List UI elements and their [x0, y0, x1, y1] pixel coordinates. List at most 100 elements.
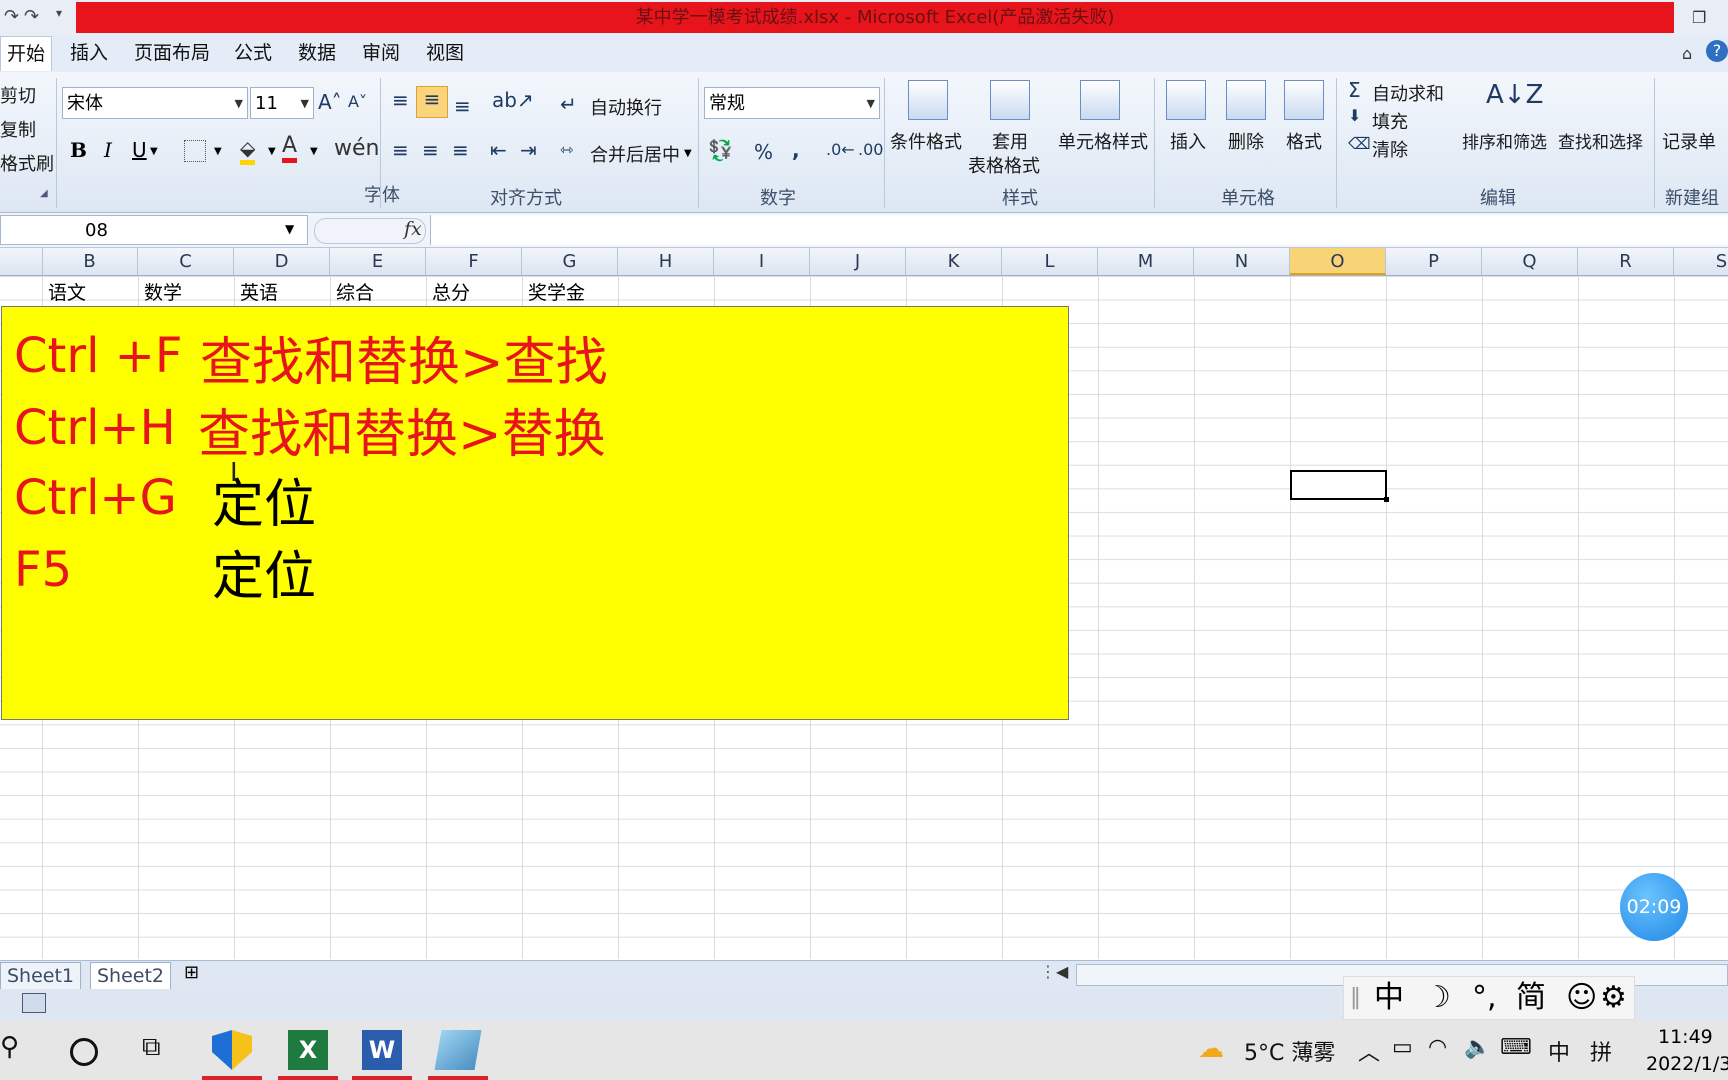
tab-formulas[interactable]: 公式 — [234, 36, 272, 70]
currency-icon[interactable]: 💱 — [708, 138, 733, 162]
tab-review[interactable]: 审阅 — [362, 36, 400, 70]
align-top-icon[interactable]: ≡ — [392, 88, 409, 112]
header-cell[interactable]: 语文 — [48, 278, 86, 305]
conditional-format-button[interactable]: 条件格式 — [890, 128, 962, 154]
delete-cells-button[interactable]: 删除 — [1228, 128, 1264, 154]
grow-font-icon[interactable]: A˄ — [318, 90, 342, 114]
search-icon[interactable]: ⚲ — [0, 1032, 19, 1062]
formula-input[interactable] — [430, 215, 1728, 245]
align-right-icon[interactable]: ≡ — [452, 138, 469, 162]
italic-icon[interactable]: I — [104, 138, 112, 162]
macro-record-icon[interactable] — [22, 993, 46, 1013]
align-bottom-icon[interactable]: ≡ — [454, 94, 471, 118]
column-header-b[interactable]: B — [42, 248, 138, 275]
wrap-text-button[interactable]: 自动换行 — [590, 94, 662, 120]
word-app-icon[interactable]: W — [362, 1030, 402, 1070]
column-header-l[interactable]: L — [1002, 248, 1098, 275]
increase-indent-icon[interactable]: ⇥ — [520, 138, 537, 162]
column-header-j[interactable]: J — [810, 248, 906, 275]
column-header-n[interactable]: N — [1194, 248, 1290, 275]
cortana-icon[interactable] — [70, 1038, 98, 1066]
cell-styles-button[interactable]: 单元格样式 — [1058, 128, 1148, 154]
column-header-d[interactable]: D — [234, 248, 330, 275]
underline-icon[interactable]: U — [132, 138, 147, 162]
header-cell[interactable]: 英语 — [240, 278, 278, 305]
column-header-s[interactable]: S — [1674, 248, 1728, 275]
help-icon[interactable]: ? — [1706, 40, 1728, 62]
excel-app-icon[interactable]: X — [288, 1030, 328, 1070]
wifi-icon[interactable]: ◠ — [1428, 1035, 1447, 1060]
scroll-divider-icon[interactable]: ⋮ — [1040, 962, 1056, 981]
comma-style-icon[interactable]: , — [792, 138, 800, 162]
header-cell[interactable]: 综合 — [336, 278, 374, 305]
phonetic-guide-icon[interactable]: wén — [334, 136, 379, 161]
autosum-button[interactable]: 自动求和 — [1372, 80, 1444, 106]
select-all-corner[interactable] — [0, 248, 43, 275]
clear-button[interactable]: 清除 — [1372, 136, 1408, 162]
format-painter-button[interactable]: 格式刷 — [0, 150, 54, 176]
ime-grip-icon[interactable]: ‖ — [1350, 977, 1361, 1019]
format-cells-button[interactable]: 格式 — [1286, 128, 1322, 154]
gear-icon[interactable]: ⚙ — [1600, 977, 1627, 1019]
cut-button[interactable]: 剪切 — [0, 82, 36, 108]
column-header-i[interactable]: I — [714, 248, 810, 275]
increase-decimal-icon[interactable]: .0← — [826, 140, 855, 159]
sort-filter-button[interactable]: 排序和筛选 — [1462, 128, 1547, 153]
find-select-button[interactable]: 查找和选择 — [1558, 128, 1643, 153]
restore-icon[interactable]: ❐ — [1692, 8, 1706, 27]
keyboard-icon[interactable]: ⌨ — [1500, 1035, 1532, 1060]
eraser-app-icon[interactable] — [434, 1030, 482, 1070]
fill-handle[interactable] — [1384, 497, 1389, 502]
merge-center-button[interactable]: 合并后居中 — [590, 141, 680, 167]
insert-sheet-icon[interactable]: ⊞ — [184, 962, 199, 983]
chevron-up-icon[interactable]: ︿ — [1358, 1035, 1380, 1067]
table-format-button[interactable]: 套用 — [992, 128, 1028, 154]
bold-icon[interactable]: B — [70, 138, 87, 162]
header-cell[interactable]: 数学 — [144, 278, 182, 305]
column-header-f[interactable]: F — [426, 248, 522, 275]
tab-data[interactable]: 数据 — [298, 36, 336, 70]
chevron-down-icon[interactable]: ▼ — [684, 148, 692, 159]
column-header-h[interactable]: H — [618, 248, 714, 275]
font-size-combo[interactable]: 11 ▼ — [250, 87, 314, 119]
emoji-icon[interactable]: ☺ — [1566, 977, 1597, 1019]
tab-home[interactable]: 开始 — [0, 36, 53, 71]
moon-icon[interactable]: ☽ — [1424, 977, 1451, 1019]
weather-text[interactable]: 5°C 薄雾 — [1244, 1035, 1335, 1067]
customize-quick-access-icon[interactable]: ▾ — [56, 6, 62, 20]
insert-cells-button[interactable]: 插入 — [1170, 128, 1206, 154]
selected-cell[interactable] — [1290, 470, 1387, 500]
sheet-tab-1[interactable]: Sheet1 — [0, 962, 82, 990]
table-format-button-line2[interactable]: 表格格式 — [968, 152, 1040, 178]
task-view-icon[interactable]: ⧉ — [142, 1032, 161, 1063]
column-header-o[interactable]: O — [1290, 248, 1386, 275]
orientation-icon[interactable]: ab↗ — [492, 88, 534, 112]
record-form-button[interactable]: 记录单 — [1662, 128, 1716, 154]
column-header-p[interactable]: P — [1386, 248, 1482, 275]
clock-time[interactable]: 11:49 — [1658, 1026, 1713, 1048]
copy-button[interactable]: 复制 — [0, 116, 36, 142]
decrease-decimal-icon[interactable]: .00 — [858, 140, 883, 159]
align-center-icon[interactable]: ≡ — [422, 138, 439, 162]
chevron-down-icon[interactable]: ▼ — [150, 146, 158, 157]
header-cell[interactable]: 总分 — [432, 278, 470, 305]
shrink-font-icon[interactable]: A˅ — [348, 92, 367, 111]
column-header-k[interactable]: K — [906, 248, 1002, 275]
font-name-combo[interactable]: 宋体 ▼ — [62, 87, 248, 119]
ime-layout-indicator[interactable]: 拼 — [1590, 1035, 1612, 1067]
column-header-c[interactable]: C — [138, 248, 234, 275]
chevron-down-icon[interactable]: ▼ — [214, 146, 222, 157]
font-color-icon[interactable]: A — [282, 134, 298, 163]
battery-icon[interactable]: ▭ — [1392, 1035, 1413, 1060]
chevron-down-icon[interactable]: ▼ — [268, 146, 276, 157]
chevron-down-icon[interactable]: ▼ — [285, 222, 294, 236]
redo-icon[interactable]: ↷ — [4, 6, 19, 27]
punctuation-icon[interactable]: °, — [1472, 977, 1497, 1019]
ime-mode-indicator[interactable]: 中 — [1548, 1035, 1570, 1067]
align-middle-icon[interactable]: ≡ — [416, 86, 448, 118]
header-cell[interactable]: 奖学金 — [528, 278, 585, 305]
ime-chinese-mode[interactable]: 中 — [1374, 977, 1404, 1019]
column-header-g[interactable]: G — [522, 248, 618, 275]
tab-view[interactable]: 视图 — [426, 36, 464, 70]
insert-function-icon[interactable]: fx — [404, 218, 422, 240]
